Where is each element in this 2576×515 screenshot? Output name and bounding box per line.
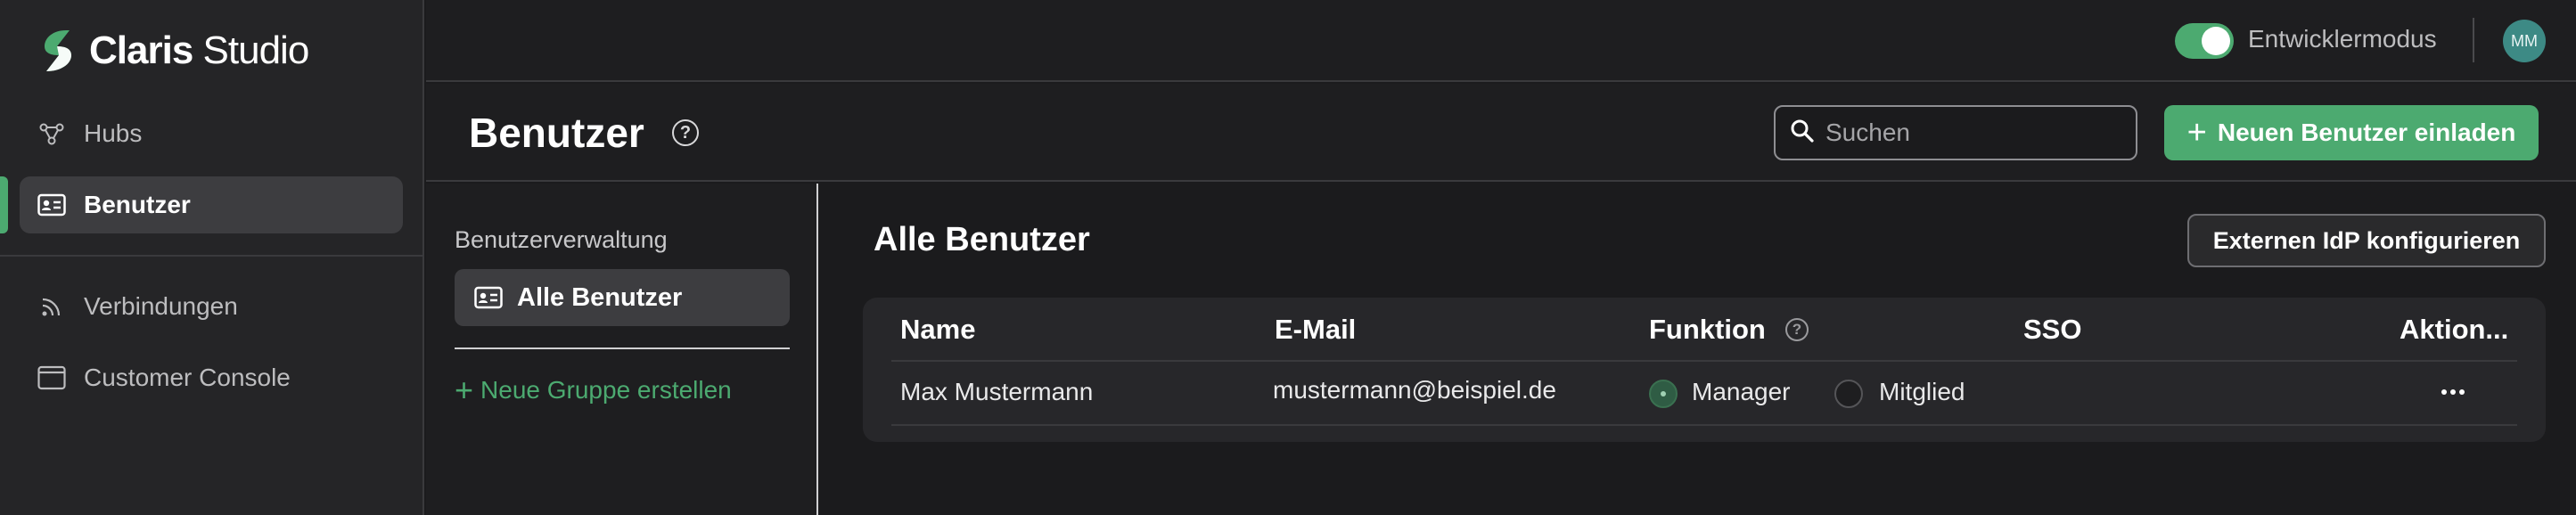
plus-icon: + xyxy=(2186,114,2207,151)
role-radio-manager[interactable] xyxy=(1649,380,1678,408)
more-actions-icon[interactable] xyxy=(2437,374,2469,410)
avatar[interactable]: MM xyxy=(2503,20,2546,62)
window-icon xyxy=(37,364,66,392)
invite-user-button[interactable]: + Neuen Benutzer einladen xyxy=(2164,105,2539,160)
section-title: Alle Benutzer xyxy=(874,221,1090,258)
role-label-manager: Manager xyxy=(1692,378,1791,405)
logo-word-claris: Claris xyxy=(89,29,193,72)
id-card-icon xyxy=(474,286,503,309)
developer-mode-toggle[interactable] xyxy=(2175,23,2234,59)
role-radio-member[interactable] xyxy=(1834,380,1863,408)
invite-user-label: Neuen Benutzer einladen xyxy=(2217,119,2516,146)
logo-text: Claris Studio xyxy=(89,29,310,73)
search-input[interactable] xyxy=(1825,119,2129,147)
sidebar-item-label: Hubs xyxy=(84,119,143,147)
rss-icon xyxy=(37,292,66,321)
user-management-heading: Benutzerverwaltung xyxy=(455,226,668,253)
row-divider xyxy=(891,424,2517,426)
help-icon[interactable]: ? xyxy=(672,119,699,146)
topbar-separator xyxy=(2473,18,2474,62)
search-box[interactable] xyxy=(1774,105,2137,160)
column-header-name[interactable]: Name xyxy=(900,314,975,346)
sidebar-item-verbindungen[interactable]: Verbindungen xyxy=(20,278,403,335)
sidebar-item-label: Customer Console xyxy=(84,364,291,391)
group-item-label: Alle Benutzer xyxy=(517,282,683,312)
column-header-function[interactable]: Funktion xyxy=(1649,314,1766,346)
subsidebar-divider xyxy=(455,347,790,349)
page-title: Benutzer xyxy=(469,110,644,156)
column-header-email[interactable]: E-Mail xyxy=(1275,314,1356,346)
column-header-sso[interactable]: SSO xyxy=(2023,314,2081,346)
cell-email: mustermann@beispiel.de xyxy=(1273,376,1556,404)
plus-icon: + xyxy=(455,372,474,408)
configure-idp-button[interactable]: Externen IdP konfigurieren xyxy=(2187,214,2546,267)
claris-logo[interactable]: Claris Studio xyxy=(39,29,310,73)
active-indicator xyxy=(0,176,8,233)
sidebar-item-label: Benutzer xyxy=(84,191,191,218)
role-label-member: Mitglied xyxy=(1879,378,1965,405)
cell-name: Max Mustermann xyxy=(900,378,1094,405)
logo-word-studio: Studio xyxy=(202,29,310,72)
column-header-actions[interactable]: Aktion... xyxy=(2400,314,2508,346)
group-item-all-users[interactable]: Alle Benutzer xyxy=(455,269,790,326)
create-group-label: Neue Gruppe erstellen xyxy=(480,376,732,404)
sidebar-divider xyxy=(0,255,424,257)
sidebar-item-customer-console[interactable]: Customer Console xyxy=(20,349,403,406)
sidebar-item-benutzer[interactable]: Benutzer xyxy=(20,176,403,233)
search-icon xyxy=(1790,119,1815,148)
sidebar-item-label: Verbindungen xyxy=(84,292,238,320)
create-group-link[interactable]: + Neue Gruppe erstellen xyxy=(455,374,732,406)
id-card-icon xyxy=(37,191,66,219)
header-divider xyxy=(891,360,2517,362)
sidebar-item-hubs[interactable]: Hubs xyxy=(20,105,403,162)
function-help-icon[interactable]: ? xyxy=(1785,318,1809,341)
app-sidebar xyxy=(0,0,424,515)
hub-icon xyxy=(37,119,66,148)
claris-logo-icon xyxy=(45,30,71,71)
developer-mode-label: Entwicklermodus xyxy=(2248,25,2437,53)
